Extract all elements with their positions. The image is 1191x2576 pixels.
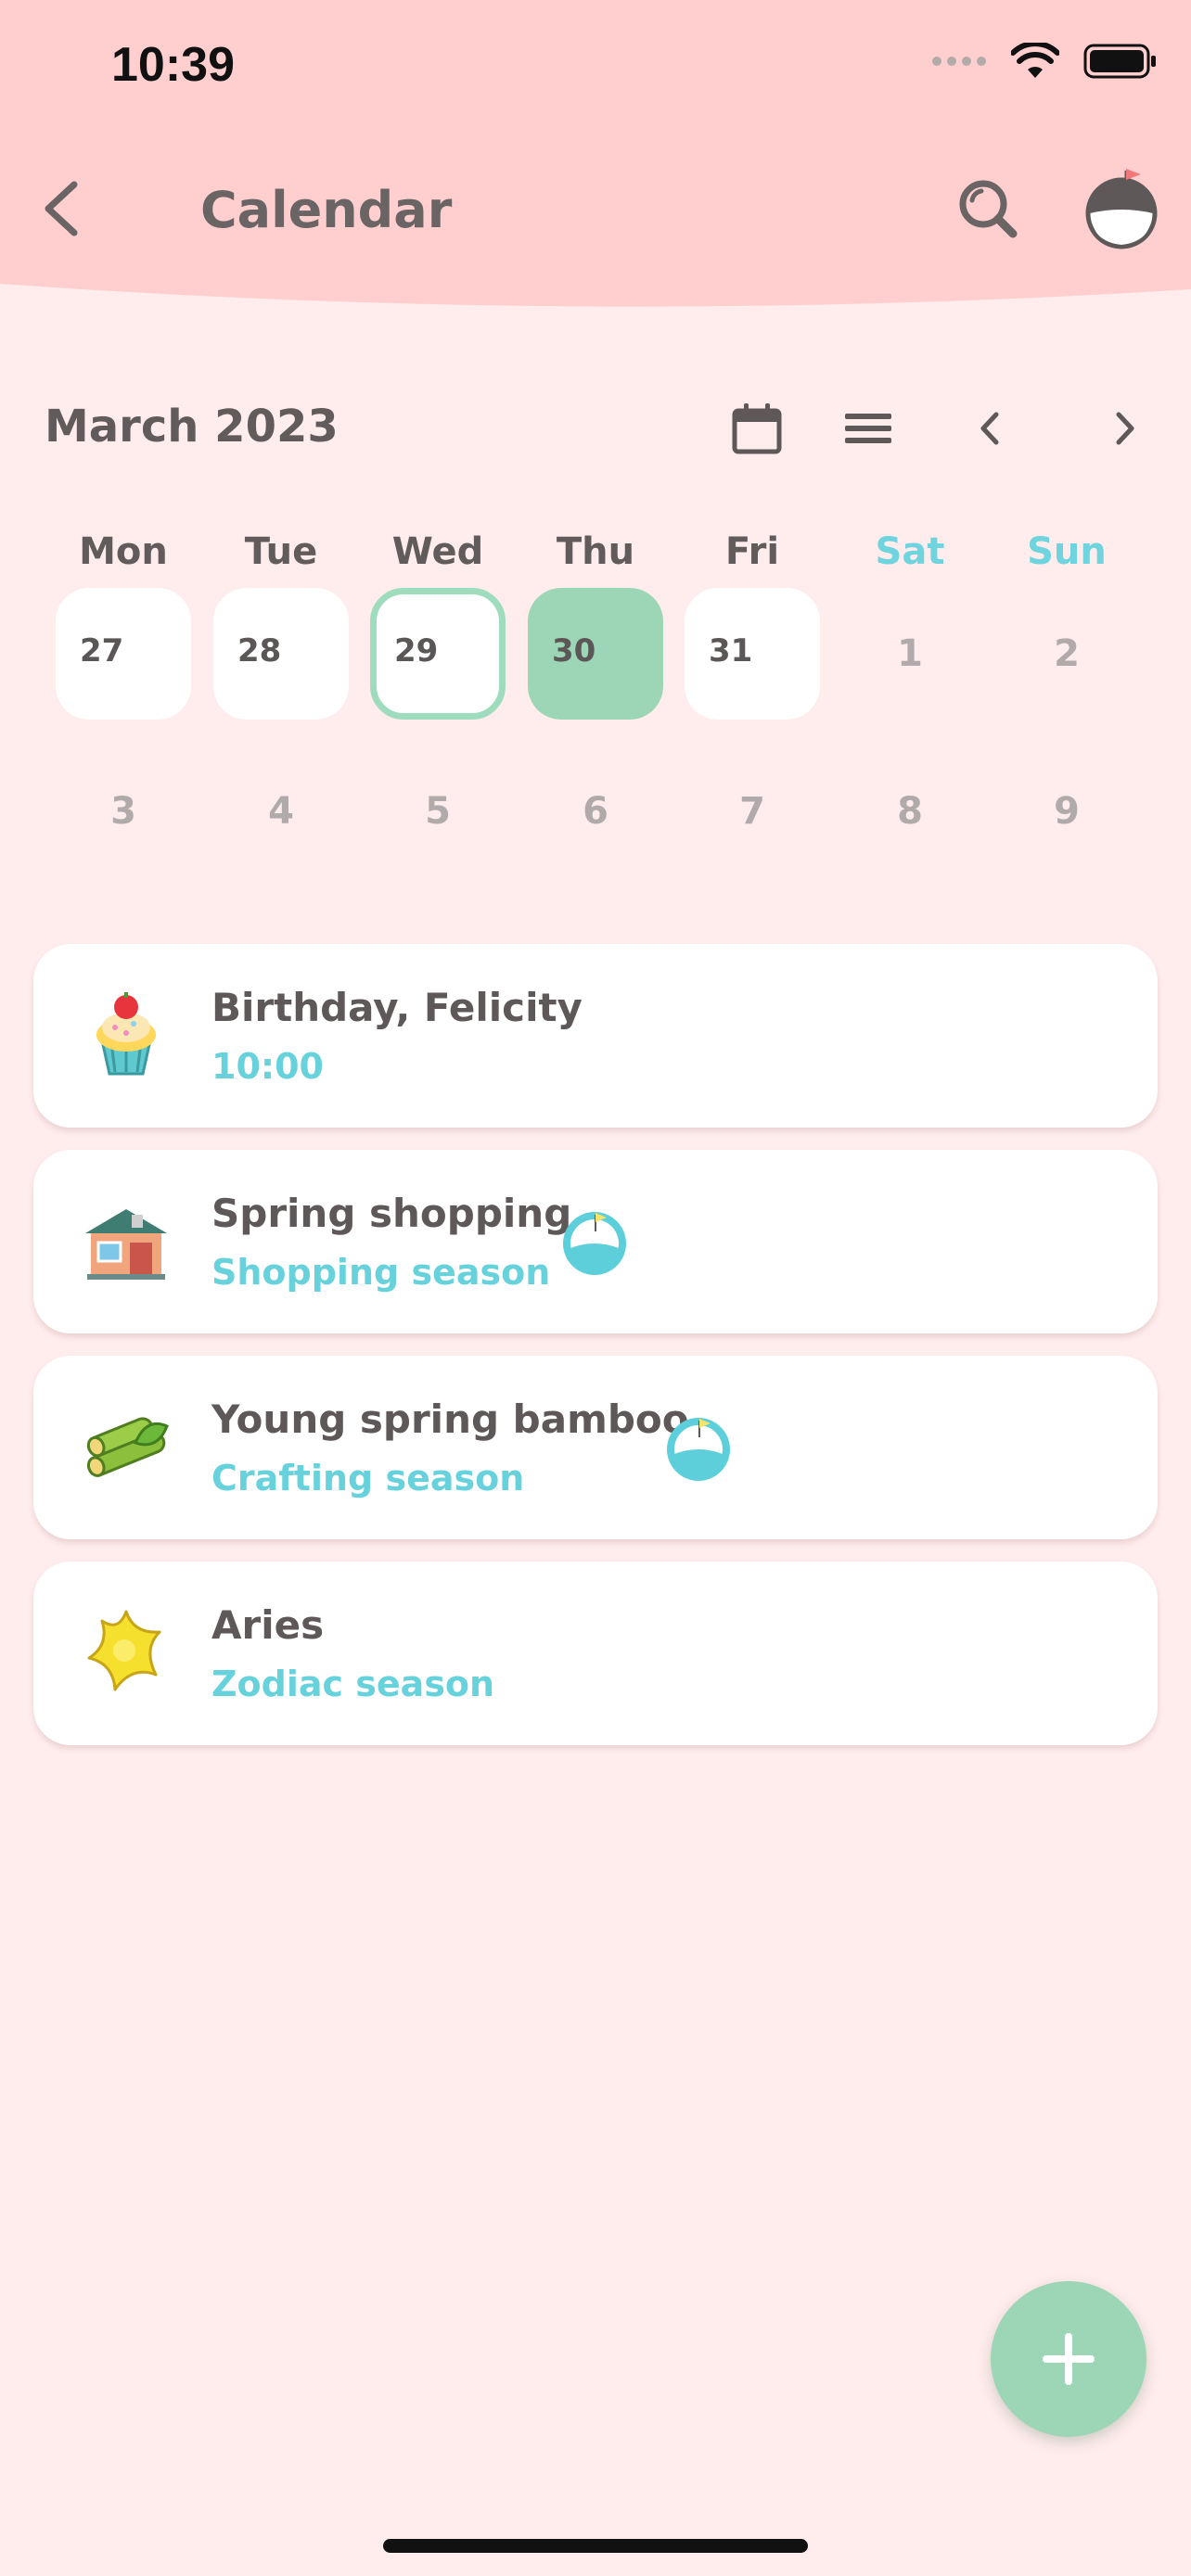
month-label: March 2023 (45, 401, 339, 453)
weekday-label: Sun (1027, 530, 1107, 573)
day-number: 31 (709, 632, 753, 670)
shop-icon (85, 1209, 167, 1280)
day-number: 4 (268, 790, 294, 833)
add-event-button[interactable] (991, 2281, 1146, 2437)
calendar-day[interactable]: 3 (56, 746, 191, 877)
event-subtitle: Crafting season (211, 1458, 525, 1498)
weekday-label: Tue (244, 530, 318, 573)
weekday-label: Sat (875, 530, 945, 573)
calendar-day[interactable]: 4 (213, 746, 349, 877)
event-subtitle: 10:00 (211, 1046, 324, 1087)
wifi-icon (1011, 43, 1059, 78)
calendar-day[interactable]: 31 (685, 588, 820, 720)
search-icon (959, 180, 1018, 238)
island-badge-icon (667, 1418, 730, 1481)
calendar-day[interactable]: 6 (528, 746, 663, 877)
day-number: 9 (1054, 790, 1080, 833)
page-title: Calendar (200, 181, 453, 239)
weekday-label: Fri (724, 530, 780, 573)
calendar-day-selected[interactable]: 29 (370, 588, 506, 720)
event-subtitle: Zodiac season (211, 1664, 495, 1704)
day-number: 6 (583, 790, 608, 833)
day-number: 29 (394, 632, 439, 670)
event-card[interactable]: Birthday, Felicity 10:00 (33, 944, 1158, 1128)
event-title: Young spring bamboo (211, 1396, 689, 1442)
weekday-label: Wed (391, 530, 484, 573)
status-time: 10:39 (111, 38, 235, 92)
calendar-day[interactable]: 8 (842, 746, 978, 877)
calendar-day-today[interactable]: 30 (528, 588, 663, 720)
calendar-day[interactable]: 28 (213, 588, 349, 720)
event-subtitle: Shopping season (211, 1252, 551, 1293)
calendar-day[interactable]: 5 (370, 746, 506, 877)
chevron-left-icon (980, 412, 999, 445)
day-number: 28 (237, 632, 282, 670)
island-badge-icon (563, 1212, 626, 1275)
calendar-icon (732, 403, 782, 454)
day-number: 2 (1054, 632, 1080, 675)
villager-avatar-icon (1085, 169, 1158, 249)
list-view-button[interactable] (839, 399, 898, 458)
list-icon (845, 414, 891, 443)
status-icons (931, 43, 1158, 80)
chevron-right-icon (1116, 412, 1134, 445)
plus-icon (1043, 2333, 1095, 2385)
battery-icon (1083, 44, 1156, 79)
day-number: 1 (897, 632, 923, 675)
home-indicator[interactable] (383, 2539, 808, 2553)
profile-avatar-button[interactable] (1083, 165, 1159, 250)
calendar-day[interactable]: 27 (56, 588, 191, 720)
month-view-button[interactable] (727, 399, 787, 458)
calendar-day[interactable]: 9 (999, 746, 1134, 877)
previous-month-button[interactable] (961, 399, 1020, 458)
calendar-day[interactable]: 7 (685, 746, 820, 877)
event-title: Aries (211, 1602, 325, 1648)
bamboo-icon (86, 1417, 169, 1477)
weekday-label: Thu (556, 530, 635, 573)
day-number: 3 (110, 790, 136, 833)
day-number: 5 (425, 790, 451, 833)
cellular-signal-icon (932, 57, 986, 66)
event-card[interactable]: Aries Zodiac season (33, 1562, 1158, 1745)
day-number: 7 (739, 790, 765, 833)
event-card[interactable]: Young spring bamboo Crafting season (33, 1356, 1158, 1539)
back-button[interactable] (37, 172, 93, 246)
event-card[interactable]: Spring shopping Shopping season (33, 1150, 1158, 1333)
calendar-day[interactable]: 2 (999, 588, 1134, 720)
event-title: Birthday, Felicity (211, 985, 583, 1030)
chevron-left-icon (45, 181, 78, 236)
star-icon (87, 1610, 161, 1691)
weekday-label: Mon (79, 530, 168, 573)
search-button[interactable] (955, 176, 1020, 241)
day-number: 8 (897, 790, 923, 833)
event-title: Spring shopping (211, 1191, 572, 1236)
day-number: 30 (552, 632, 596, 670)
day-number: 27 (80, 632, 124, 670)
next-month-button[interactable] (1095, 399, 1154, 458)
calendar-day[interactable]: 1 (842, 588, 978, 720)
cupcake-icon (96, 992, 156, 1076)
